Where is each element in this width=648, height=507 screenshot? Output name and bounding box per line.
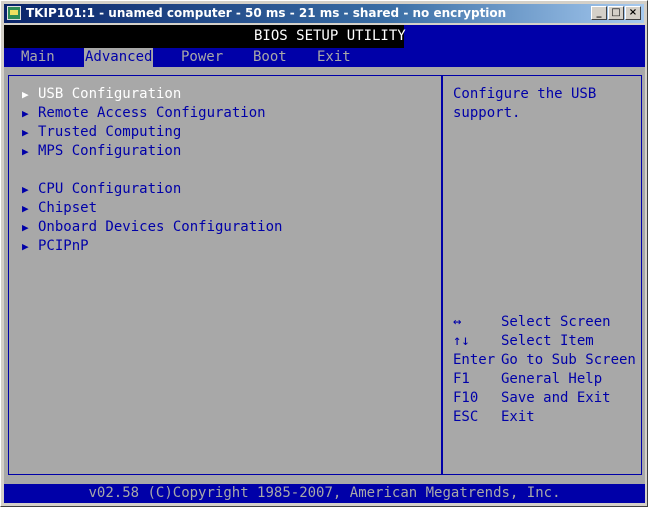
menu-item-label: Chipset xyxy=(38,200,98,216)
submenu-arrow-icon: ▶ xyxy=(22,107,29,120)
key-legend-key: ESC xyxy=(453,409,479,425)
menu-item-remote-access-configuration[interactable]: ▶ Remote Access Configuration xyxy=(22,104,266,123)
key-legend-action: Exit xyxy=(501,409,535,425)
key-legend-row: F10 Save and Exit xyxy=(453,389,611,408)
maximize-button[interactable]: □ xyxy=(608,6,624,20)
menu-item-label: Trusted Computing xyxy=(38,124,182,140)
menu-item-label: MPS Configuration xyxy=(38,143,182,159)
submenu-arrow-icon: ▶ xyxy=(22,221,29,234)
remote-console-window: TKIP101:1 - unamed computer - 50 ms - 21… xyxy=(0,0,648,507)
key-legend-action: Save and Exit xyxy=(501,390,611,406)
tab-boot[interactable]: Boot xyxy=(253,48,287,67)
key-legend-key: Enter xyxy=(453,352,496,368)
help-panel: Configure the USB support. ↔ Select Scree… xyxy=(441,75,642,475)
menu-item-onboard-devices-configuration[interactable]: ▶ Onboard Devices Configuration xyxy=(22,218,282,237)
bios-menubar: Main Advanced Power Boot Exit xyxy=(4,48,645,67)
left-right-arrows-icon: ↔ xyxy=(453,314,462,330)
menu-item-mps-configuration[interactable]: ▶ MPS Configuration xyxy=(22,142,181,161)
window-title: TKIP101:1 - unamed computer - 50 ms - 21… xyxy=(26,6,507,20)
key-legend-action: Select Screen xyxy=(501,314,611,330)
submenu-arrow-icon: ▶ xyxy=(22,240,29,253)
tab-exit[interactable]: Exit xyxy=(317,48,351,67)
minimize-button[interactable]: _ xyxy=(591,6,607,20)
bios-screen: BIOS SETUP UTILITY Main Advanced Power B… xyxy=(4,25,645,503)
tab-main[interactable]: Main xyxy=(21,48,55,67)
bios-title: BIOS SETUP UTILITY xyxy=(254,28,406,44)
submenu-arrow-icon: ▶ xyxy=(22,202,29,215)
key-legend-row: ESC Exit xyxy=(453,408,535,427)
bios-header: BIOS SETUP UTILITY xyxy=(4,25,645,48)
key-legend-action: General Help xyxy=(501,371,603,387)
menu-item-label: PCIPnP xyxy=(38,238,89,254)
up-down-arrows-icon: ↑↓ xyxy=(453,333,470,349)
menu-item-chipset[interactable]: ▶ Chipset xyxy=(22,199,97,218)
menu-item-usb-configuration[interactable]: ▶ USB Configuration xyxy=(22,85,181,104)
key-legend-row: ↑↓ Select Item xyxy=(453,332,594,351)
key-legend-row: ↔ Select Screen xyxy=(453,313,611,332)
submenu-arrow-icon: ▶ xyxy=(22,88,29,101)
menu-item-label: Remote Access Configuration xyxy=(38,105,266,121)
menu-item-pcipnp[interactable]: ▶ PCIPnP xyxy=(22,237,89,256)
key-legend-key: F10 xyxy=(453,390,479,406)
key-legend-row: F1 General Help xyxy=(453,370,602,389)
menu-item-label: Onboard Devices Configuration xyxy=(38,219,283,235)
menu-item-cpu-configuration[interactable]: ▶ CPU Configuration xyxy=(22,180,181,199)
app-icon[interactable] xyxy=(7,6,21,20)
menu-item-trusted-computing[interactable]: ▶ Trusted Computing xyxy=(22,123,181,142)
key-legend-key: F1 xyxy=(453,371,470,387)
tab-power[interactable]: Power xyxy=(181,48,223,67)
submenu-arrow-icon: ▶ xyxy=(22,126,29,139)
key-legend-row: Enter Go to Sub Screen xyxy=(453,351,636,370)
window-titlebar[interactable]: TKIP101:1 - unamed computer - 50 ms - 21… xyxy=(4,4,644,23)
key-legend-action: Select Item xyxy=(501,333,594,349)
menu-item-label: CPU Configuration xyxy=(38,181,182,197)
submenu-arrow-icon: ▶ xyxy=(22,183,29,196)
submenu-arrow-icon: ▶ xyxy=(22,145,29,158)
help-text-line-1: Configure the USB xyxy=(453,86,597,102)
close-button[interactable]: × xyxy=(625,6,641,20)
help-text-line-2: support. xyxy=(453,105,521,121)
menu-item-label: USB Configuration xyxy=(38,86,182,102)
bios-copyright-footer: v02.58 (C)Copyright 1985-2007, American … xyxy=(4,484,645,503)
menu-panel: ▶ USB Configuration ▶ Remote Access Config… xyxy=(8,75,443,475)
key-legend-action: Go to Sub Screen xyxy=(501,352,636,368)
tab-advanced[interactable]: Advanced xyxy=(84,48,154,67)
